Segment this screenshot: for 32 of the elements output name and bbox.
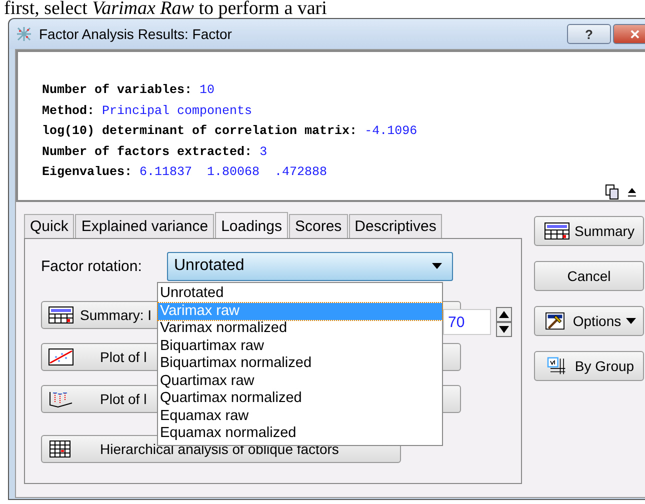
side-button[interactable]: Options bbox=[534, 306, 644, 336]
output-label: Method: bbox=[42, 104, 95, 118]
tab[interactable]: Loadings bbox=[215, 212, 288, 239]
output-value: 6.11837 1.80068 .472888 bbox=[140, 165, 328, 179]
tab[interactable]: Descriptives bbox=[348, 214, 442, 238]
help-button[interactable]: ? bbox=[567, 24, 611, 44]
tab[interactable]: Quick bbox=[24, 214, 74, 238]
side-button[interactable]: By Group bbox=[534, 351, 644, 381]
window-title: Factor Analysis Results: Factor bbox=[39, 26, 232, 42]
number-field[interactable]: 70 bbox=[443, 309, 491, 335]
output-value: Principal components bbox=[102, 104, 252, 118]
dropdown-option[interactable]: Quartimax raw bbox=[158, 372, 442, 390]
factor-rotation-dropdown[interactable]: Unrotated bbox=[167, 252, 453, 280]
tab[interactable]: Scores bbox=[288, 214, 348, 238]
dropdown-option[interactable]: Equamax raw bbox=[158, 408, 442, 425]
output-value: 10 bbox=[200, 83, 215, 97]
output-label: Number of factors extracted: bbox=[42, 144, 252, 158]
output-label: Eigenvalues: bbox=[42, 165, 132, 179]
output-value: -4.1096 bbox=[364, 124, 418, 138]
dropdown-option[interactable]: Quartimax normalized bbox=[158, 390, 442, 408]
output-value: 3 bbox=[260, 144, 268, 158]
output-label: Number of variables: bbox=[42, 83, 192, 97]
document-caption: first, select Varimax Raw to perform a vari bbox=[3, 0, 328, 18]
dropdown-option[interactable]: Unrotated bbox=[158, 285, 442, 302]
field-label: Factor rotation: bbox=[41, 258, 143, 274]
tab[interactable]: Explained variance bbox=[75, 214, 214, 238]
dropdown-option[interactable]: Biquartimax raw bbox=[158, 338, 442, 355]
dropdown-option[interactable]: Varimax normalized bbox=[158, 320, 442, 338]
side-button[interactable]: Summary bbox=[534, 216, 644, 246]
dropdown-option[interactable]: Biquartimax normalized bbox=[158, 355, 442, 372]
cancel-button[interactable]: Cancel bbox=[534, 261, 644, 291]
output-label: log(10) determinant of correlation matrix: bbox=[42, 124, 358, 138]
